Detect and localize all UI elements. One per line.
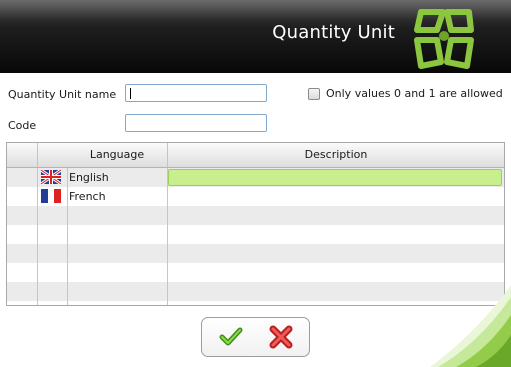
quantity-unit-name-input[interactable] <box>125 84 267 102</box>
cancel-button[interactable] <box>268 324 294 350</box>
corner-swoosh-decoration <box>430 285 511 367</box>
ok-button[interactable] <box>218 324 244 350</box>
description-edit-cell[interactable] <box>168 169 502 186</box>
language-cell: English <box>69 171 109 184</box>
page-title: Quantity Unit <box>272 22 395 43</box>
table-row[interactable]: French <box>7 187 504 206</box>
uk-flag-icon <box>41 170 61 184</box>
header-banner: Quantity Unit <box>0 0 511 73</box>
language-grid: Language Description English French <box>6 142 505 306</box>
france-flag-icon <box>41 189 61 203</box>
grid-header: Language Description <box>7 143 504 168</box>
table-row[interactable]: English <box>7 168 504 187</box>
binary-values-label: Only values 0 and 1 are allowed <box>326 87 503 100</box>
table-row <box>7 225 504 244</box>
table-row <box>7 263 504 282</box>
table-row <box>7 244 504 263</box>
language-cell: French <box>69 190 106 203</box>
quantity-unit-name-label: Quantity Unit name <box>8 88 117 101</box>
code-label: Code <box>8 119 37 132</box>
column-divider <box>37 168 38 305</box>
column-divider <box>67 168 68 305</box>
column-divider <box>167 168 168 305</box>
brand-logo-icon <box>414 9 474 69</box>
binary-values-checkbox[interactable] <box>308 88 320 100</box>
code-input[interactable] <box>125 114 267 132</box>
dialog-button-panel <box>201 317 310 357</box>
column-header-language[interactable]: Language <box>67 143 167 167</box>
header-divider <box>37 143 38 167</box>
table-row <box>7 206 504 225</box>
column-header-description[interactable]: Description <box>168 143 504 167</box>
